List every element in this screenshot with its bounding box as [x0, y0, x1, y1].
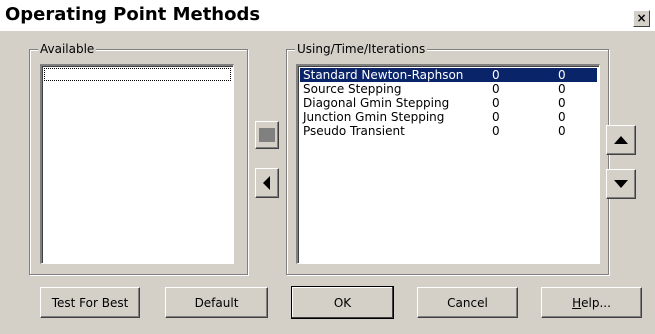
test-for-best-button[interactable]: Test For Best [40, 287, 140, 318]
method-time: 0 [492, 82, 500, 96]
using-group-label: Using/Time/Iterations [295, 42, 428, 56]
using-group: Using/Time/Iterations Standard Newton-Ra… [286, 42, 609, 275]
available-group: Available [29, 42, 248, 275]
cancel-button[interactable]: Cancel [417, 287, 518, 318]
method-time: 0 [492, 124, 500, 138]
method-time: 0 [492, 110, 500, 124]
method-iterations: 0 [558, 82, 566, 96]
window-title: Operating Point Methods [5, 4, 261, 25]
close-button[interactable]: × [633, 10, 650, 27]
add-method-button[interactable] [255, 121, 279, 149]
method-name: Standard Newton-Raphson [303, 68, 464, 82]
ok-button[interactable]: OK [291, 286, 394, 319]
method-name: Junction Gmin Stepping [303, 110, 445, 124]
using-list[interactable]: Standard Newton-Raphson 0 0 Source Stepp… [296, 64, 600, 264]
method-time: 0 [492, 68, 500, 82]
method-iterations: 0 [558, 110, 566, 124]
method-iterations: 0 [558, 96, 566, 110]
help-label-rest: elp... [581, 295, 611, 310]
default-button[interactable]: Default [165, 287, 268, 318]
available-group-label: Available [38, 42, 97, 56]
method-name: Source Stepping [303, 82, 402, 96]
move-down-button[interactable] [606, 169, 636, 199]
help-button[interactable]: Help... [541, 287, 642, 318]
remove-method-button[interactable] [255, 168, 279, 198]
method-iterations: 0 [558, 68, 566, 82]
method-name: Diagonal Gmin Stepping [303, 96, 450, 110]
method-time: 0 [492, 96, 500, 110]
move-up-button[interactable] [606, 125, 636, 155]
list-item[interactable]: Junction Gmin Stepping 0 0 [300, 110, 597, 124]
close-icon: × [636, 11, 647, 25]
square-icon [259, 128, 275, 142]
list-item[interactable]: Source Stepping 0 0 [300, 82, 597, 96]
list-item[interactable]: Diagonal Gmin Stepping 0 0 [300, 96, 597, 110]
help-mnemonic: H [572, 295, 582, 310]
method-name: Pseudo Transient [303, 124, 405, 138]
left-triangle-icon [263, 176, 270, 190]
up-triangle-icon [614, 136, 628, 144]
title-bar[interactable]: Operating Point Methods × [0, 0, 655, 31]
available-list-focus-row [44, 68, 231, 81]
down-triangle-icon [614, 180, 628, 188]
list-item[interactable]: Pseudo Transient 0 0 [300, 124, 597, 138]
list-item[interactable]: Standard Newton-Raphson 0 0 [300, 68, 597, 82]
method-iterations: 0 [558, 124, 566, 138]
available-list[interactable] [40, 64, 234, 264]
operating-point-methods-dialog: Operating Point Methods × Available Usin… [0, 0, 655, 334]
